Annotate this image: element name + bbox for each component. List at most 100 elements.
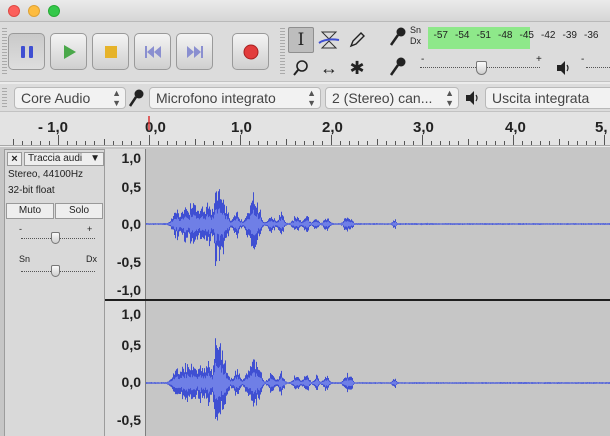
- multi-tool-button[interactable]: ✱: [344, 55, 370, 81]
- ruler-tick: [458, 141, 460, 145]
- ruler-tick: [312, 141, 314, 145]
- skip-to-end-button[interactable]: [176, 33, 213, 70]
- ruler-tick: [440, 141, 442, 145]
- ruler-tick: [567, 141, 569, 145]
- playhead-icon[interactable]: [142, 116, 156, 130]
- time-shift-tool-button[interactable]: ↔: [316, 55, 342, 81]
- ruler-label: 5,: [595, 119, 608, 136]
- ruler-tick: [531, 141, 533, 145]
- ruler-tick: [376, 139, 378, 145]
- ruler-label: 4,0: [505, 119, 526, 136]
- track-name-menu[interactable]: Traccia audi ▼: [24, 152, 104, 166]
- gain-slider-thumb[interactable]: [51, 232, 60, 244]
- ruler-tick: [212, 141, 214, 145]
- scale-label: 1,0: [121, 306, 141, 322]
- meter-scale-label: -48: [498, 30, 513, 41]
- track-format-rate: Stereo, 44100Hz: [8, 169, 84, 180]
- input-volume-minus: -: [421, 54, 425, 65]
- tools-grip[interactable]: [280, 28, 285, 76]
- input-device-select[interactable]: Microfono integrato ▲ ▼: [149, 87, 321, 109]
- ruler-tick: [67, 141, 69, 145]
- left-channel-waveform[interactable]: [146, 149, 610, 299]
- scale-label: 0,5: [121, 337, 141, 353]
- stop-icon: [104, 45, 117, 58]
- play-button[interactable]: [50, 33, 87, 70]
- meter-scale-label: -51: [476, 30, 491, 41]
- toolbar-grip[interactable]: [2, 28, 7, 76]
- ruler-tick: [494, 141, 496, 145]
- ruler-tick: [258, 141, 260, 145]
- ruler-tick: [540, 141, 542, 145]
- ruler-tick: [503, 141, 505, 145]
- ruler-tick: [321, 141, 323, 145]
- ruler-tick: [367, 141, 369, 145]
- ruler-tick: [194, 139, 196, 145]
- scale-label: -1,0: [116, 282, 141, 298]
- ruler-label: - 1,0: [38, 119, 69, 136]
- envelope-tool-button[interactable]: [316, 27, 342, 53]
- meter-left-label: Sn: [410, 25, 422, 35]
- ruler-tick: [85, 141, 87, 145]
- ruler-tick: [176, 141, 178, 145]
- audio-host-select[interactable]: Core Audio ▲ ▼: [14, 87, 126, 109]
- output-device-select[interactable]: Uscita integrata: [485, 87, 610, 109]
- i-beam-icon: I: [297, 30, 305, 50]
- ruler-label: 3,0: [413, 119, 434, 136]
- ruler-tick: [412, 141, 414, 145]
- device-grip[interactable]: [2, 88, 7, 108]
- ruler-tick: [185, 141, 187, 145]
- ruler-tick: [58, 135, 59, 145]
- ruler-tick: [121, 141, 123, 145]
- ruler-tick: [340, 141, 342, 145]
- input-channels-select[interactable]: 2 (Stereo) can... ▲ ▼: [325, 87, 459, 109]
- select-arrows-icon: ▲ ▼: [307, 88, 316, 108]
- pencil-icon: [349, 32, 365, 48]
- input-volume-thumb[interactable]: [476, 61, 487, 75]
- double-arrow-icon: ↔: [320, 57, 338, 78]
- ruler-tick: [558, 139, 560, 145]
- ruler-tick: [349, 141, 351, 145]
- play-icon: [63, 44, 76, 59]
- track-control-panel: × Traccia audi ▼ Stereo, 44100Hz 32-bit …: [4, 149, 105, 436]
- track-close-button[interactable]: ×: [7, 152, 22, 166]
- right-channel-waveform[interactable]: [146, 301, 610, 436]
- draw-tool-button[interactable]: [344, 27, 370, 53]
- ruler-tick: [30, 141, 32, 145]
- ruler-tick: [230, 141, 232, 145]
- input-channels-value: 2 (Stereo) can...: [332, 90, 433, 106]
- ruler-tick: [221, 141, 223, 145]
- record-button[interactable]: [232, 33, 269, 70]
- pan-left-label: Sn: [19, 254, 31, 264]
- output-volume-slider[interactable]: [586, 67, 610, 68]
- minimize-window-button[interactable]: [28, 5, 40, 17]
- ruler-tick: [422, 135, 423, 145]
- zoom-tool-button[interactable]: [288, 55, 314, 81]
- zoom-window-button[interactable]: [48, 5, 60, 17]
- ruler-label: 2,0: [322, 119, 343, 136]
- meter-scale-label: -39: [562, 30, 577, 41]
- stop-button[interactable]: [92, 33, 129, 70]
- transport-controls: [8, 30, 269, 74]
- ruler-tick: [39, 141, 41, 145]
- close-window-button[interactable]: [8, 5, 20, 17]
- mute-button[interactable]: Muto: [6, 203, 54, 219]
- pause-button[interactable]: [8, 33, 45, 70]
- selection-tool-button[interactable]: I: [288, 27, 314, 53]
- skip-to-start-button[interactable]: [134, 33, 171, 70]
- pan-slider-thumb[interactable]: [51, 265, 60, 277]
- audio-host-value: Core Audio: [21, 90, 91, 106]
- ruler-tick: [585, 141, 587, 145]
- recording-meter[interactable]: Sn Dx -57 -54 -51 -48 -45 -42 -39 -36: [386, 24, 610, 50]
- skip-to-start-icon: [144, 45, 161, 58]
- meter-scale-label: -54: [455, 30, 470, 41]
- ruler-tick: [522, 141, 524, 145]
- timeline-ruler[interactable]: - 1,0 0,0 1,0 2,0 3,0 4,0 5,: [0, 112, 610, 146]
- output-volume-minus: -: [581, 54, 585, 65]
- ruler-tick: [267, 141, 269, 145]
- ruler-tick: [385, 141, 387, 145]
- meter-scale: -57 -54 -51 -48 -45 -42 -39 -36: [430, 30, 602, 41]
- playback-mixer: - + -: [386, 54, 610, 78]
- speaker-icon: [557, 61, 569, 75]
- ruler-tick: [594, 141, 596, 145]
- solo-button[interactable]: Solo: [55, 203, 103, 219]
